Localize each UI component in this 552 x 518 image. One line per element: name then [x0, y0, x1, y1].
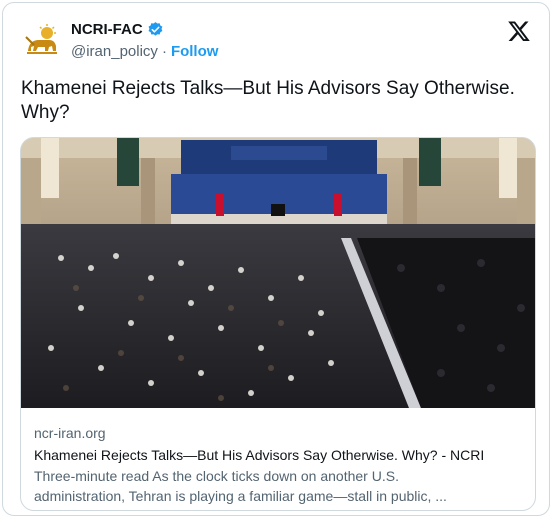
link-preview-card[interactable]: ncr-iran.org Khamenei Rejects Talks—But …	[20, 137, 536, 511]
display-name[interactable]: NCRI-FAC	[71, 21, 143, 38]
tweet-header: NCRI-FAC @iran_policy · Follow	[21, 17, 535, 65]
follow-button[interactable]: Follow	[171, 43, 219, 60]
x-logo-icon[interactable]	[507, 19, 531, 43]
link-title[interactable]: Khamenei Rejects Talks—But His Advisors …	[34, 445, 525, 465]
separator-dot: ·	[161, 43, 167, 60]
link-domain: ncr-iran.org	[34, 425, 106, 441]
link-preview-meta: ncr-iran.org Khamenei Rejects Talks—But …	[34, 423, 525, 506]
tweet-text: Khamenei Rejects Talks—But His Advisors …	[21, 78, 515, 123]
link-description-line2: administration, Tehran is playing a fami…	[34, 488, 447, 504]
avatar[interactable]	[21, 19, 63, 61]
lion-and-sun-emblem-icon	[25, 24, 57, 54]
link-description-line1: Three-minute read As the clock ticks dow…	[34, 468, 399, 484]
verified-badge-icon	[148, 22, 163, 36]
tweet-embed-card[interactable]: NCRI-FAC @iran_policy · Follow Khamenei …	[2, 2, 550, 516]
handle[interactable]: @iran_policy	[71, 43, 158, 60]
assembly-hall-photo	[21, 138, 535, 408]
